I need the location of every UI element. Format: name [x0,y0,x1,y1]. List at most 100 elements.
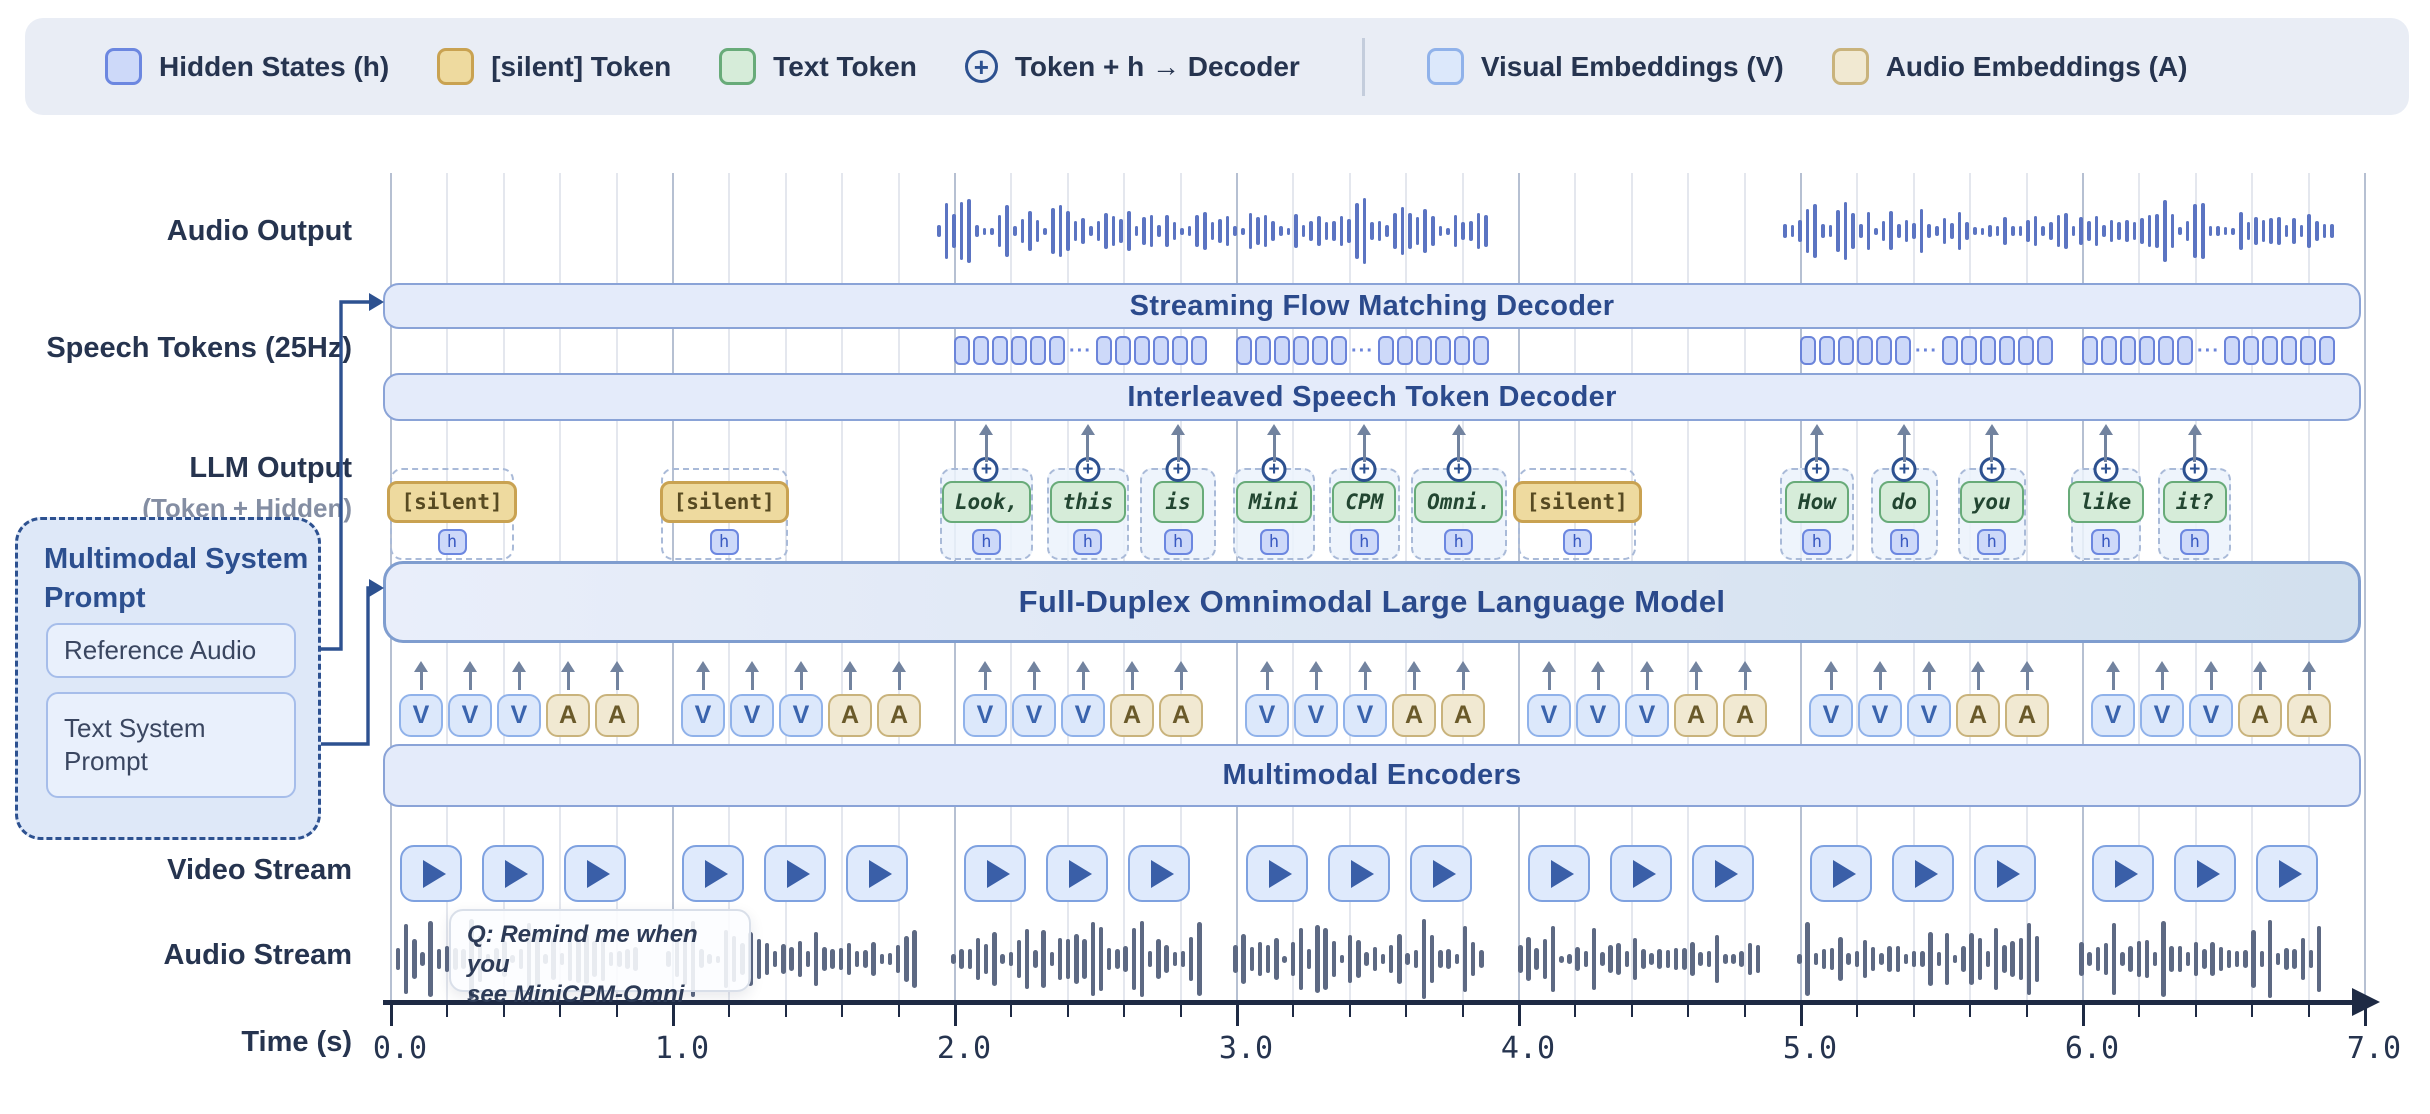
text-system-prompt-item: Text System Prompt [46,692,296,798]
embedding-arrow [1823,661,1839,690]
play-icon [869,860,892,888]
audio-output-waveform-bar [1912,223,1916,240]
audio-stream-waveform-bar [1855,951,1860,967]
arrowhead-up-icon [1810,424,1824,435]
token-to-decoder-arrow [1170,424,1186,462]
embedding-arrow [744,661,760,690]
audio-stream-waveform-bar [968,949,973,969]
embedding-arrow [1026,661,1042,690]
audio-output-waveform-bar [1431,216,1435,245]
audio-stream-waveform-bar [1446,949,1451,968]
audio-stream-waveform-bar [1592,928,1597,991]
speech-token-cell [1473,336,1489,365]
token-to-decoder-arrow [978,424,994,462]
audio-stream-waveform-bar [1518,945,1523,972]
audio-stream-waveform-bar [2301,938,2306,979]
speech-token-cell [1435,336,1451,365]
play-icon [1551,860,1574,888]
speech-token-cell [1274,336,1290,365]
audio-output-waveform-bar [1013,226,1017,236]
audio-stream-waveform-bar [2104,943,2109,976]
speech-token-cell [1416,336,1432,365]
audio-stream-waveform-bar [1805,922,1810,996]
audio-output-waveform-bar [2102,225,2106,236]
audio-stream-waveform-bar [1123,946,1128,972]
audio-output-waveform-bar [2330,224,2334,238]
audio-embeddings-swatch-icon [1832,48,1869,85]
embedding-arrow [1455,661,1471,690]
audio-stream-waveform-bar [1674,948,1679,971]
audio-output-waveform-bar [1423,209,1427,254]
axis-tick-label: 3.0 [1198,1031,1294,1066]
speech-token-cell [2082,336,2098,365]
audio-stream-waveform-bar [1871,947,1876,971]
arrowhead-up-icon [463,661,477,672]
legend-divider [1362,38,1365,96]
audio-stream-waveform-bar [1066,939,1071,980]
audio-stream-waveform-bar [1534,948,1539,971]
audio-stream-waveform-bar [1616,943,1621,976]
audio-output-waveform-bar [1416,217,1420,245]
llm-token-cell: +Minih [1233,468,1315,560]
audio-output-waveform-bar [1477,213,1481,248]
audio-output-waveform-bar [1112,216,1116,246]
audio-stream-waveform-bar [1463,926,1468,992]
speech-token-group: ··· [2082,336,2319,365]
legend-label: Hidden States (h) [159,51,389,83]
llm-token-cell: +doh [1871,468,1939,560]
audio-stream-waveform-bar [1649,953,1654,966]
audio-output-waveform-bar [952,214,956,248]
audio-stream-waveform-bar [2096,947,2101,972]
embedding-arrow [695,661,711,690]
arrow-stem [469,672,472,690]
legend-item-visual-embeddings: Visual Embeddings (V) [1427,48,1784,85]
audio-stream-waveform-bar [1551,926,1556,992]
speech-token-cells [1942,336,2053,365]
speech-token-cell [1961,336,1977,365]
audio-output-waveform-bar [1370,222,1374,239]
play-icon [2115,860,2138,888]
arrow-stem [1364,672,1367,690]
hidden-state-chip: h [1350,529,1379,555]
video-frame-button [482,845,544,902]
axis-tick [2082,1005,2085,1026]
audio-output-waveform-bar [1066,211,1070,251]
arrowhead-up-icon [794,661,808,672]
audio-stream-waveform-bar [1707,951,1712,968]
audio-stream-waveform-bar [1838,937,1843,980]
llm-token-cell: +thish [1047,468,1129,560]
audio-output-waveform-bar [2140,218,2144,243]
question-speech-bubble: Q: Remind me when you see MiniCPM-Omni [449,909,751,992]
audio-output-waveform-bar [2079,217,2083,246]
audio-stream-waveform-bar [951,954,956,964]
audio-output-waveform-bar [1393,213,1397,249]
arrowhead-up-icon [745,661,759,672]
audio-output-waveform-bar [1950,223,1954,239]
axis-tick-label: 0.0 [352,1031,448,1066]
audio-output-waveform-bar [1028,211,1032,250]
speech-token-cell [992,336,1008,365]
audio-stream-waveform-bar [2079,942,2084,976]
audio-stream-waveform-bar [1389,945,1394,973]
speech-token-cell [1857,336,1873,365]
audio-stream-waveform-bar [1373,947,1378,971]
audio-stream-waveform-bar [1748,943,1753,975]
speech-token-cell [2243,336,2259,365]
arrow-stem [1180,672,1183,690]
audio-stream-waveform-bar [1017,940,1022,978]
ellipsis: ··· [1069,341,1092,361]
axis-tick [785,1005,787,1017]
audio-output-waveform-bar [1958,212,1962,250]
video-frame-button [1410,845,1472,902]
audio-stream-waveform-bar [2292,949,2297,968]
audio-embedding-chip: A [1392,694,1436,737]
silent-token: [silent] [1513,481,1642,523]
audio-output-waveform-bar [1461,222,1465,240]
axis-tick [2195,1005,2197,1017]
arrowhead-up-icon [1125,661,1139,672]
audio-stream-waveform-bar [2002,945,2007,972]
arrow-stem [1033,672,1036,690]
speech-token-cell [1331,336,1347,365]
llm-token-cell: +youh [1958,468,2026,560]
audio-output-waveform-bar [2178,227,2182,236]
